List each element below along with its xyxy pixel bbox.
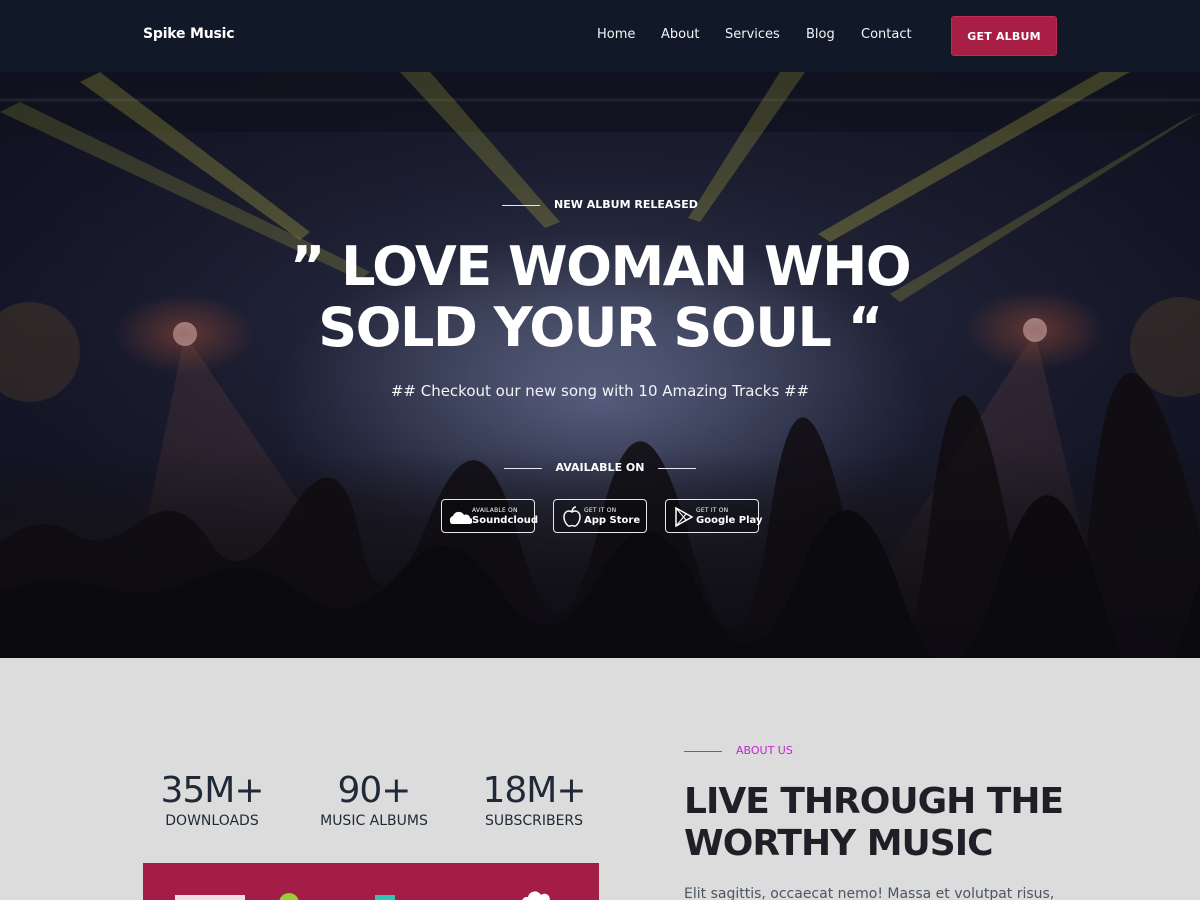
about-paragraph: Elit sagittis, occaecat nemo! Massa et v… xyxy=(684,886,1055,900)
nav-home[interactable]: Home xyxy=(597,27,635,42)
stat-subscribers: 18M+ SUBSCRIBERS xyxy=(454,770,614,830)
hero-eyebrow: NEW ALBUM RELEASED xyxy=(0,198,1200,211)
stat-value: 18M+ xyxy=(482,770,586,811)
stat-value: 35M+ xyxy=(160,770,264,811)
hero-section: NEW ALBUM RELEASED ” LOVE WOMAN WHO SOLD… xyxy=(0,72,1200,658)
soundcloud-button[interactable]: AVAILABLE ON Soundcloud xyxy=(441,499,538,533)
hero-eyebrow-text: NEW ALBUM RELEASED xyxy=(554,198,698,211)
app-store-button[interactable]: GET IT ON App Store xyxy=(553,499,647,533)
hero-subtitle: ## Checkout our new song with 10 Amazing… xyxy=(390,382,810,400)
google-play-icon xyxy=(675,506,694,528)
nav-contact[interactable]: Contact xyxy=(861,27,912,42)
hero-title-line-2: SOLD YOUR SOUL “ xyxy=(318,296,883,359)
apple-icon xyxy=(563,506,581,527)
nav-blog[interactable]: Blog xyxy=(806,27,835,42)
store-name: App Store xyxy=(584,515,641,526)
about-eyebrow: ABOUT US xyxy=(684,744,793,757)
store-small-label: GET IT ON xyxy=(696,507,729,514)
nav-about[interactable]: About xyxy=(661,27,699,42)
partners-card xyxy=(143,863,599,900)
stat-music-albums: 90+ MUSIC ALBUMS xyxy=(294,770,454,830)
google-play-button[interactable]: GET IT ON Google Play xyxy=(665,499,763,533)
deezer-logo-icon xyxy=(175,895,245,900)
available-on-text: AVAILABLE ON xyxy=(555,461,645,474)
soundcloud-logo-icon xyxy=(522,891,550,900)
store-small-label: GET IT ON xyxy=(584,507,617,514)
stat-value: 90+ xyxy=(337,770,412,811)
about-title: LIVE THROUGH THE WORTHY MUSIC xyxy=(684,781,1064,864)
about-eyebrow-text: ABOUT US xyxy=(736,744,793,757)
store-name: Google Play xyxy=(696,515,763,526)
tidal-logo-icon xyxy=(375,895,395,900)
stat-label: DOWNLOADS xyxy=(165,813,259,829)
divider-line xyxy=(503,467,542,469)
store-small-label: AVAILABLE ON xyxy=(472,507,518,514)
about-section: 35M+ DOWNLOADS 90+ MUSIC ALBUMS 18M+ SUB… xyxy=(0,658,1200,900)
soundcloud-icon xyxy=(449,511,472,525)
stat-label: SUBSCRIBERS xyxy=(484,813,584,829)
divider-line xyxy=(658,467,697,469)
divider-line xyxy=(684,750,722,752)
nav-services[interactable]: Services xyxy=(725,27,780,42)
spotify-logo-icon xyxy=(279,893,299,900)
store-name: Soundcloud xyxy=(472,515,538,526)
stat-label: MUSIC ALBUMS xyxy=(320,813,428,829)
get-album-button[interactable]: GET ALBUM xyxy=(951,16,1057,56)
hero-title-line-1: ” LOVE WOMAN WHO xyxy=(289,235,912,298)
stat-downloads: 35M+ DOWNLOADS xyxy=(132,770,292,830)
divider-line xyxy=(502,204,541,206)
hero-title: ” LOVE WOMAN WHO SOLD YOUR SOUL “ xyxy=(0,236,1200,358)
available-on-heading: AVAILABLE ON xyxy=(0,461,1200,474)
top-navbar: Spike Music Home About Services Blog Con… xyxy=(0,0,1200,72)
